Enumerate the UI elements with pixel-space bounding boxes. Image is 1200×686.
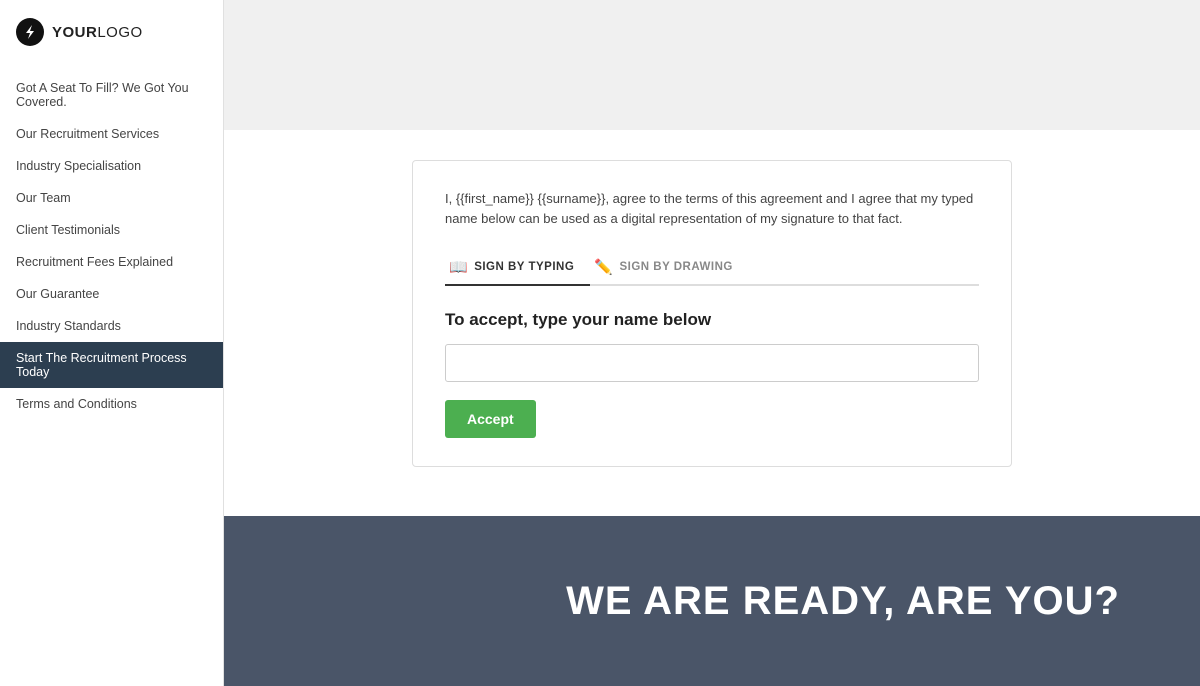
sidebar-link-5[interactable]: Recruitment Fees Explained [0,246,223,278]
main-top-area [224,0,1200,130]
bolt-icon [22,24,38,40]
signature-tabs: 📖 SIGN BY TYPING ✏️ SIGN BY DRAWING [445,250,979,286]
sidebar-item-3: Our Team [0,182,223,214]
sidebar-item-4: Client Testimonials [0,214,223,246]
accept-label: To accept, type your name below [445,310,979,330]
logo-icon [16,18,44,46]
main-middle-area: I, {{first_name}} {{surname}}, agree to … [224,130,1200,516]
sidebar-item-6: Our Guarantee [0,278,223,310]
tab-sign-by-drawing[interactable]: ✏️ SIGN BY DRAWING [590,250,749,286]
sidebar-item-7: Industry Standards [0,310,223,342]
logo-bold: YOUR [52,24,97,41]
sidebar-link-7[interactable]: Industry Standards [0,310,223,342]
tab-sign-by-typing[interactable]: 📖 SIGN BY TYPING [445,250,590,286]
agreement-text: I, {{first_name}} {{surname}}, agree to … [445,189,979,228]
sidebar-nav: Got A Seat To Fill? We Got You Covered.O… [0,64,223,428]
logo-area: YOURLOGO [0,0,223,64]
footer-heading: WE ARE READY, ARE YOU? [566,579,1120,624]
sidebar-item-1: Our Recruitment Services [0,118,223,150]
sidebar-item-5: Recruitment Fees Explained [0,246,223,278]
sidebar-link-3[interactable]: Our Team [0,182,223,214]
main-content: I, {{first_name}} {{surname}}, agree to … [224,0,1200,686]
sidebar: YOURLOGO Got A Seat To Fill? We Got You … [0,0,224,686]
sidebar-link-2[interactable]: Industry Specialisation [0,150,223,182]
tab-drawing-label: SIGN BY DRAWING [619,261,732,273]
sidebar-link-0[interactable]: Got A Seat To Fill? We Got You Covered. [0,72,223,118]
accept-button[interactable]: Accept [445,400,536,438]
sidebar-link-6[interactable]: Our Guarantee [0,278,223,310]
sidebar-link-9[interactable]: Terms and Conditions [0,388,223,420]
sidebar-item-0: Got A Seat To Fill? We Got You Covered. [0,72,223,118]
sidebar-link-1[interactable]: Our Recruitment Services [0,118,223,150]
book-icon: 📖 [449,258,468,276]
pencil-icon: ✏️ [594,258,613,276]
name-input[interactable] [445,344,979,382]
sidebar-item-2: Industry Specialisation [0,150,223,182]
sidebar-item-9: Terms and Conditions [0,388,223,420]
sidebar-item-8: Start The Recruitment Process Today [0,342,223,388]
signature-card: I, {{first_name}} {{surname}}, agree to … [412,160,1012,467]
sidebar-link-8[interactable]: Start The Recruitment Process Today [0,342,223,388]
logo-regular: LOGO [97,24,142,41]
footer-banner: WE ARE READY, ARE YOU? [224,516,1200,686]
logo-text: YOURLOGO [52,24,143,41]
sidebar-link-4[interactable]: Client Testimonials [0,214,223,246]
nav-list: Got A Seat To Fill? We Got You Covered.O… [0,64,223,428]
tab-typing-label: SIGN BY TYPING [474,261,574,273]
